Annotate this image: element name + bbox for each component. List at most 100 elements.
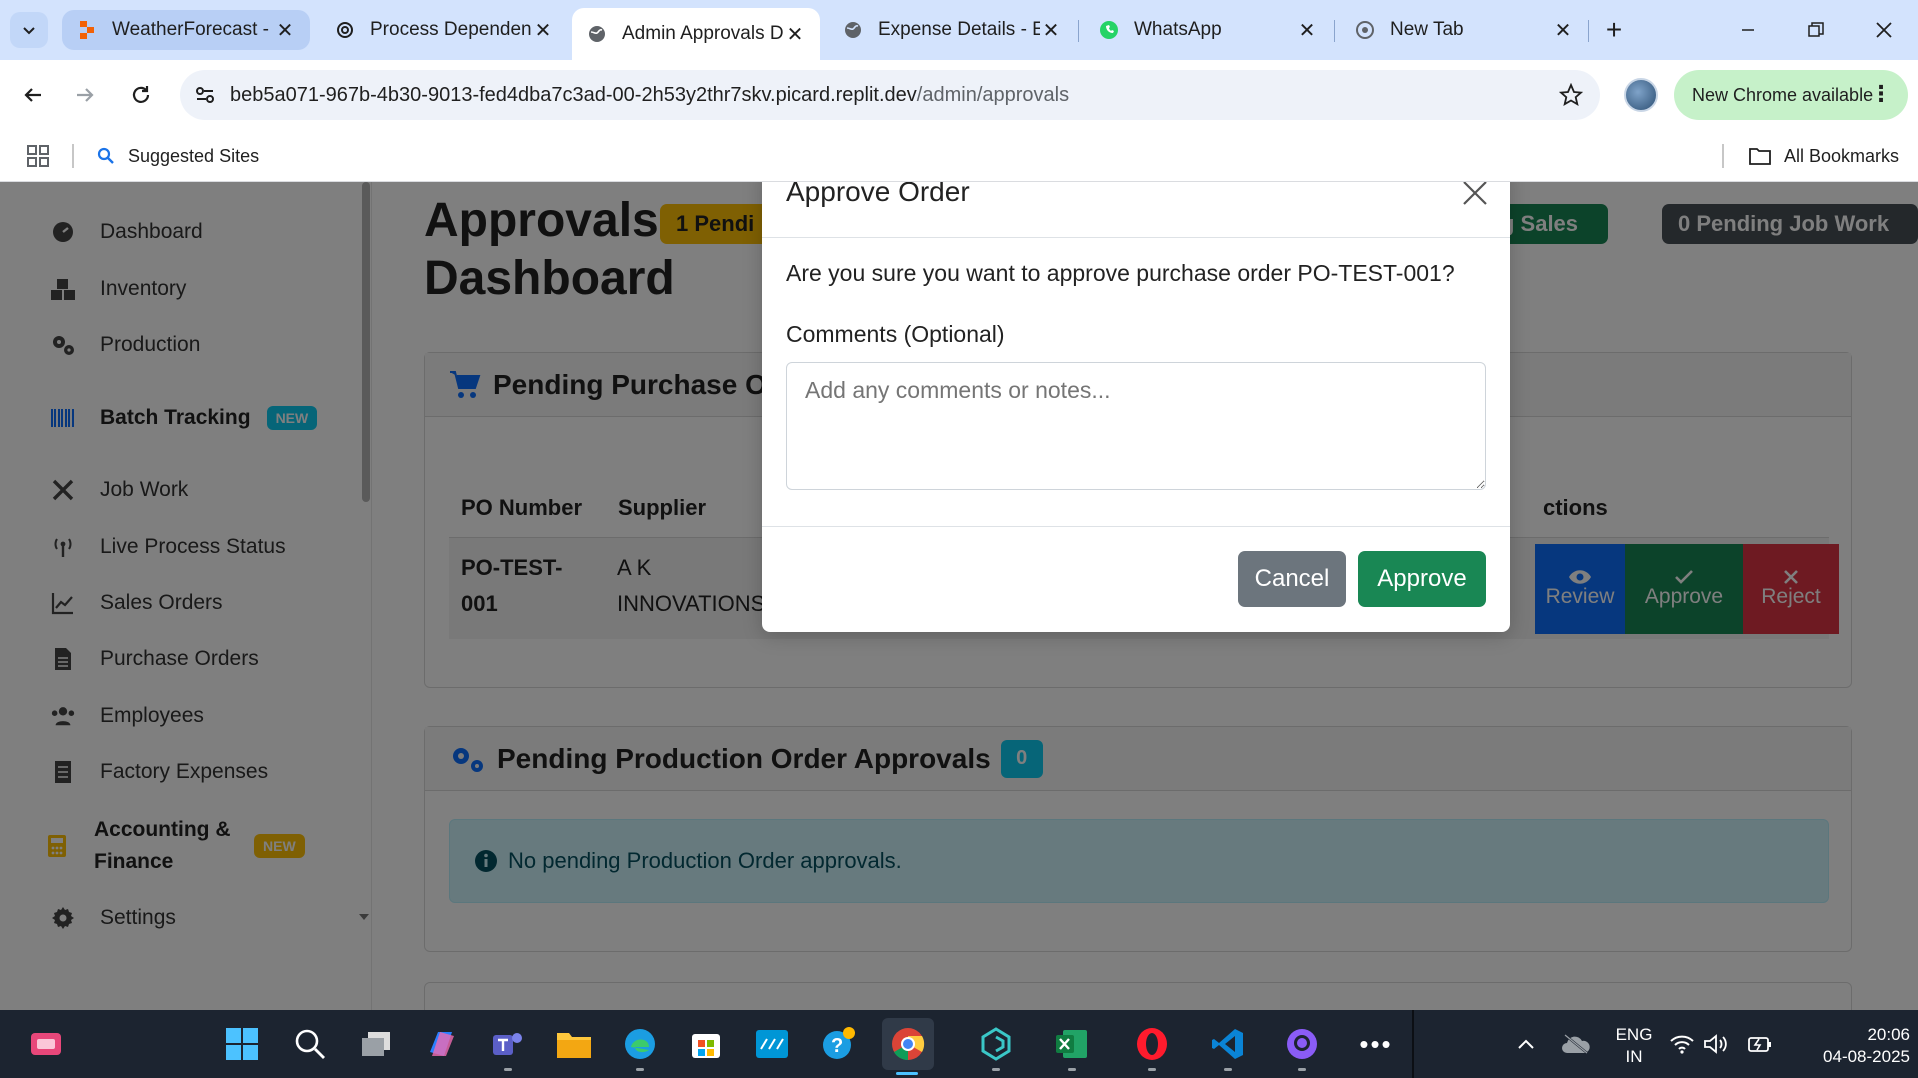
- close-icon[interactable]: ✕: [1296, 19, 1318, 42]
- tab-process[interactable]: Process Dependen ✕: [320, 8, 568, 52]
- back-button[interactable]: [10, 72, 56, 118]
- chrome-taskbar-icon[interactable]: [882, 1018, 934, 1070]
- clock-date: 04-08-2025: [1823, 1047, 1910, 1066]
- windows-taskbar: ? ••• ENG IN 20:06 04-08-2025: [0, 1010, 1918, 1078]
- tab-title: Process Dependen: [370, 19, 532, 40]
- vscode-icon[interactable]: [1206, 1022, 1250, 1066]
- running-indicator: [636, 1068, 644, 1071]
- bookmark-label: Suggested Sites: [128, 145, 260, 166]
- edge-icon[interactable]: [618, 1022, 662, 1066]
- tab-whatsapp[interactable]: WhatsApp ✕: [1084, 8, 1332, 52]
- restore-button[interactable]: [1788, 8, 1844, 52]
- onedrive-icon[interactable]: [1554, 1022, 1598, 1066]
- code-app-icon[interactable]: [974, 1022, 1018, 1066]
- profile-avatar[interactable]: [1624, 78, 1658, 112]
- copilot-icon[interactable]: [420, 1022, 464, 1066]
- new-tab-button[interactable]: +: [1596, 12, 1632, 48]
- approve-order-modal: Approve Order Are you sure you want to a…: [762, 182, 1510, 632]
- tab-title: WeatherForecast -: [112, 19, 269, 40]
- search-icon: [97, 147, 114, 164]
- clock[interactable]: 20:06 04-08-2025: [1790, 1024, 1910, 1068]
- arrow-left-icon: [24, 88, 41, 102]
- tab-title: WhatsApp: [1134, 19, 1222, 40]
- replit-icon: [76, 19, 98, 41]
- running-indicator: [1068, 1068, 1076, 1071]
- close-icon[interactable]: ✕: [1040, 19, 1062, 42]
- close-icon[interactable]: [1460, 182, 1490, 208]
- tab-weather[interactable]: WeatherForecast - ✕: [62, 10, 310, 50]
- tab-separator: [1078, 20, 1079, 42]
- widgets-icon[interactable]: [24, 1022, 68, 1066]
- start-icon[interactable]: [220, 1022, 264, 1066]
- tab-strip: WeatherForecast - ✕ Process Dependen ✕ A…: [0, 0, 1918, 60]
- bookmark-star-icon[interactable]: [1558, 82, 1584, 108]
- file-explorer-icon[interactable]: [552, 1022, 596, 1066]
- teams-icon[interactable]: [486, 1022, 530, 1066]
- url-text: beb5a071-967b-4b30-9013-fed4dba7c3ad-00-…: [230, 84, 1069, 107]
- running-indicator: [504, 1068, 512, 1071]
- close-icon[interactable]: ✕: [1552, 19, 1574, 42]
- lang-line2: IN: [1625, 1047, 1643, 1066]
- comments-textarea[interactable]: [786, 362, 1486, 490]
- minimize-button[interactable]: [1720, 8, 1776, 52]
- close-icon[interactable]: ✕: [532, 19, 554, 42]
- close-window-button[interactable]: [1856, 8, 1912, 52]
- battery-icon[interactable]: [1744, 1022, 1776, 1066]
- clock-time: 20:06: [1867, 1025, 1910, 1044]
- search-icon[interactable]: [288, 1022, 332, 1066]
- all-bookmarks-button[interactable]: All Bookmarks: [1748, 140, 1899, 172]
- tab-expense[interactable]: Expense Details - E ✕: [828, 8, 1076, 52]
- bookmark-label: All Bookmarks: [1784, 145, 1900, 166]
- myhp-icon[interactable]: [750, 1022, 794, 1066]
- help-icon[interactable]: ?: [816, 1022, 860, 1066]
- close-icon[interactable]: ✕: [274, 19, 296, 42]
- more-apps-icon[interactable]: •••: [1354, 1022, 1398, 1066]
- forward-button[interactable]: [62, 72, 108, 118]
- more-vert-icon[interactable]: ⋮: [1870, 82, 1892, 106]
- task-view-icon[interactable]: [354, 1022, 398, 1066]
- bookmarks-bar: Suggested Sites All Bookmarks: [0, 130, 1918, 182]
- running-indicator: [1148, 1068, 1156, 1071]
- microsoft-store-icon[interactable]: [684, 1022, 728, 1066]
- modal-body: Are you sure you want to approve purchas…: [786, 258, 1486, 495]
- new-chrome-label: New Chrome available: [1692, 84, 1874, 105]
- apps-grid-icon[interactable]: [26, 144, 50, 168]
- svg-text:?: ?: [831, 1035, 843, 1057]
- browser-toolbar: beb5a071-967b-4b30-9013-fed4dba7c3ad-00-…: [0, 60, 1918, 130]
- tab-new[interactable]: New Tab ✕: [1340, 8, 1588, 52]
- close-icon: [1876, 22, 1892, 38]
- cancel-button[interactable]: Cancel: [1238, 551, 1346, 607]
- comments-label: Comments (Optional): [786, 321, 1005, 347]
- tab-separator: [1334, 20, 1335, 42]
- plus-icon: +: [1605, 14, 1623, 45]
- excel-icon[interactable]: [1050, 1022, 1094, 1066]
- opera-icon[interactable]: [1130, 1022, 1174, 1066]
- tab-admin-approvals[interactable]: Admin Approvals D ✕: [572, 8, 820, 60]
- volume-icon[interactable]: [1700, 1022, 1732, 1066]
- globe-icon: [842, 19, 864, 41]
- reload-button[interactable]: [118, 72, 164, 118]
- active-indicator: [896, 1072, 918, 1075]
- openai-icon: [334, 19, 356, 41]
- input-language[interactable]: ENG IN: [1604, 1024, 1664, 1068]
- tab-search-button[interactable]: [10, 12, 48, 48]
- chevron-down-icon: [23, 27, 35, 35]
- whatsapp-icon: [1098, 19, 1120, 41]
- new-chrome-button[interactable]: New Chrome available ⋮: [1674, 70, 1908, 120]
- running-indicator: [1298, 1068, 1306, 1071]
- folder-icon: [1749, 148, 1771, 165]
- github-desktop-icon[interactable]: [1280, 1022, 1324, 1066]
- restore-icon: [1808, 22, 1824, 37]
- running-indicator: [1224, 1068, 1232, 1071]
- bookmark-suggested-sites[interactable]: Suggested Sites: [96, 140, 259, 172]
- tab-separator: [1588, 20, 1589, 42]
- close-icon[interactable]: ✕: [784, 23, 806, 46]
- tab-title: New Tab: [1390, 19, 1464, 40]
- address-bar[interactable]: beb5a071-967b-4b30-9013-fed4dba7c3ad-00-…: [180, 70, 1600, 120]
- wifi-icon[interactable]: [1666, 1022, 1698, 1066]
- confirm-message: Are you sure you want to approve purchas…: [786, 260, 1455, 286]
- page-content: Dashboard Inventory Production Batch Tra…: [0, 182, 1918, 1010]
- approve-button[interactable]: Approve: [1358, 551, 1486, 607]
- chevron-up-icon[interactable]: [1504, 1022, 1548, 1066]
- site-info-icon[interactable]: [180, 70, 230, 120]
